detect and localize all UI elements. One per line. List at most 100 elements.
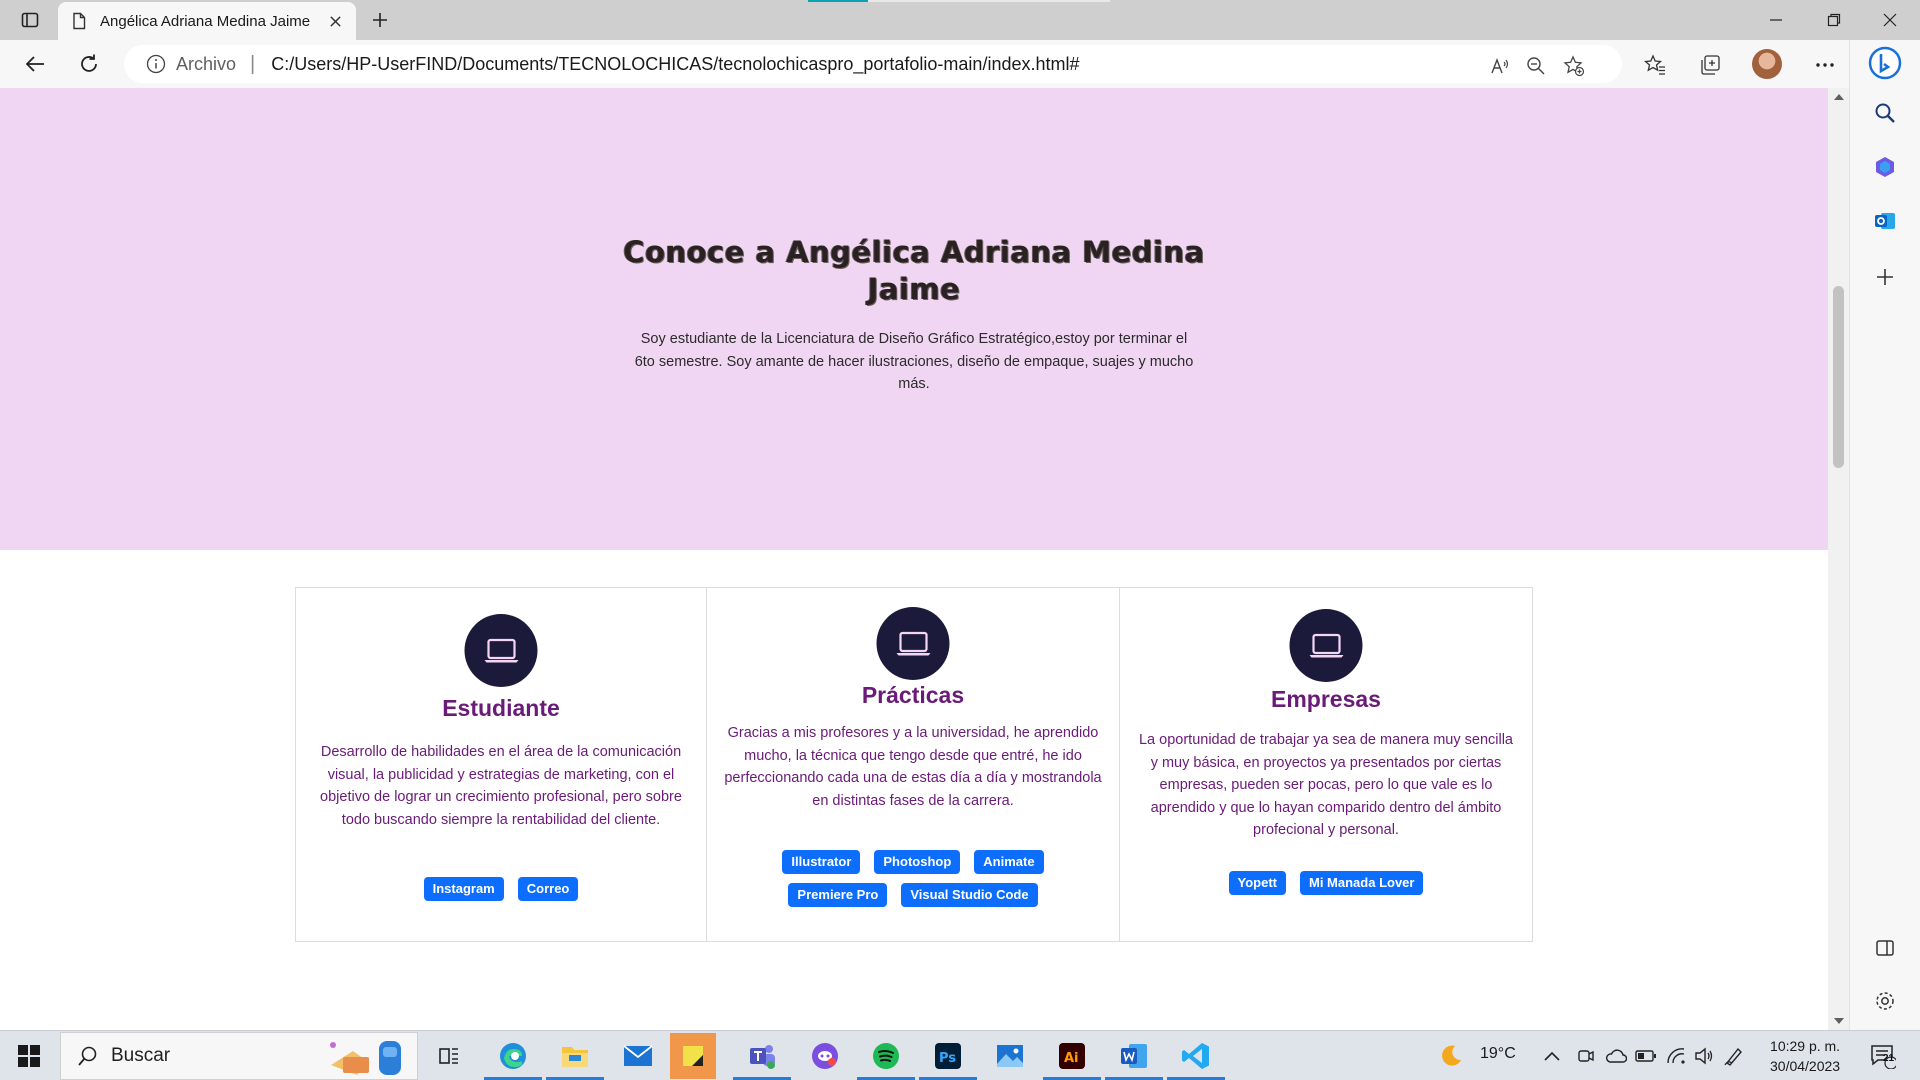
restore-button[interactable]: [1806, 0, 1862, 40]
tab-actions-button[interactable]: [16, 8, 44, 32]
collections-icon[interactable]: [1697, 52, 1723, 78]
discord-icon[interactable]: [808, 1039, 842, 1073]
address-bar[interactable]: Archivo | C:/Users/HP-UserFIND/Documents…: [124, 45, 1622, 83]
search-icon: [78, 1046, 97, 1066]
notifications-icon[interactable]: 21: [1866, 1039, 1900, 1073]
info-icon[interactable]: [146, 54, 166, 74]
chevron-up-icon[interactable]: [1540, 1039, 1564, 1073]
battery-icon[interactable]: [1634, 1039, 1658, 1073]
badge-mi-manada-lover[interactable]: Mi Manada Lover: [1300, 871, 1424, 895]
outlook-icon[interactable]: [1868, 204, 1902, 238]
teams-icon[interactable]: [745, 1039, 779, 1073]
badge-group: Instagram Correo: [296, 877, 706, 901]
address-url[interactable]: C:/Users/HP-UserFIND/Documents/TECNOLOCH…: [271, 54, 1079, 75]
laptop-icon: [896, 631, 930, 655]
sticky-notes-icon[interactable]: [670, 1033, 716, 1079]
card-title: Empresas: [1271, 686, 1381, 712]
badge-illustrator[interactable]: Illustrator: [782, 850, 861, 874]
meet-now-icon[interactable]: [1574, 1039, 1598, 1073]
card-text: Desarrollo de habilidades en el área de …: [320, 744, 682, 828]
edge-icon[interactable]: [496, 1039, 530, 1073]
badge-premiere-pro[interactable]: Premiere Pro: [788, 883, 888, 907]
onedrive-cloud-icon[interactable]: [1604, 1039, 1628, 1073]
hero-title: Conoce a Angélica Adriana Medina Jaime: [623, 235, 1205, 306]
profile-avatar[interactable]: [1752, 49, 1782, 79]
weather-moon-icon[interactable]: [1436, 1039, 1466, 1073]
back-button[interactable]: [18, 48, 52, 80]
card-title: Prácticas: [861, 682, 965, 708]
minimize-icon: [1770, 19, 1782, 21]
minimize-button[interactable]: [1748, 0, 1804, 40]
tab-bar-accent: [808, 0, 868, 2]
hero-description: Soy estudiante de la Licenciatura de Dis…: [634, 331, 1194, 392]
taskbar-search[interactable]: Buscar: [60, 1032, 418, 1080]
tab-bar: Angélica Adriana Medina Jaime |: [0, 0, 1920, 40]
plus-icon: [373, 13, 387, 27]
settings-gear-icon[interactable]: [1868, 984, 1902, 1018]
close-icon: [1883, 13, 1897, 27]
windows-taskbar: Buscar Ps Ai 19°C 10:29 p. m. 30/04/2023…: [0, 1030, 1920, 1080]
search-icon[interactable]: [1868, 96, 1902, 130]
address-protocol: Archivo: [176, 53, 237, 74]
about-hero-section: Conoce a Angélica Adriana Medina Jaime S…: [0, 88, 1828, 550]
weather-temperature[interactable]: 19°C: [1480, 1045, 1516, 1063]
sidebar-toggle-icon[interactable]: [1868, 931, 1902, 965]
favorites-icon[interactable]: [1642, 52, 1668, 78]
card-estudiante: Estudiante Desarrollo de habilidades en …: [295, 587, 707, 942]
card-title: Estudiante: [442, 695, 560, 721]
laptop-icon: [1309, 633, 1343, 657]
badge-animate[interactable]: Animate: [974, 850, 1044, 874]
page-scrollbar[interactable]: [1828, 88, 1849, 1030]
address-separator: |: [250, 52, 256, 75]
windows-start-icon[interactable]: [18, 1045, 40, 1067]
add-favorite-icon[interactable]: [1562, 54, 1586, 78]
page-viewport: Conoce a Angélica Adriana Medina Jaime S…: [0, 88, 1828, 1030]
zoom-out-icon[interactable]: [1524, 54, 1548, 78]
pen-input-icon[interactable]: [1722, 1039, 1746, 1073]
badge-instagram[interactable]: Instagram: [423, 877, 504, 901]
icon-circle: [876, 607, 950, 680]
badge-yopett[interactable]: Yopett: [1228, 871, 1286, 895]
new-tab-button[interactable]: [366, 8, 394, 32]
active-tab[interactable]: Angélica Adriana Medina Jaime |: [58, 2, 356, 40]
svg-text:Ai: Ai: [1064, 1051, 1079, 1066]
refresh-button[interactable]: [72, 48, 106, 80]
photoshop-icon[interactable]: Ps: [931, 1039, 965, 1073]
file-explorer-icon[interactable]: [558, 1039, 592, 1073]
read-aloud-icon[interactable]: [1488, 54, 1512, 78]
vscode-icon[interactable]: [1179, 1039, 1213, 1073]
badge-group: Yopett Mi Manada Lover: [1120, 871, 1532, 895]
office-icon[interactable]: [1868, 150, 1902, 184]
tab-actions-icon: [21, 12, 39, 28]
restore-icon: [1827, 13, 1841, 27]
close-window-button[interactable]: [1862, 0, 1918, 40]
badge-visual-studio-code[interactable]: Visual Studio Code: [901, 883, 1038, 907]
close-tab-icon[interactable]: [326, 12, 344, 30]
more-options-icon[interactable]: [1812, 52, 1838, 78]
svg-text:Ps: Ps: [939, 1051, 956, 1066]
wifi-icon[interactable]: [1664, 1039, 1688, 1073]
search-placeholder: Buscar: [111, 1045, 171, 1066]
clock-time: 10:29 p. m.: [1770, 1038, 1841, 1054]
arrow-left-icon: [25, 56, 44, 72]
illustrator-icon[interactable]: Ai: [1055, 1039, 1089, 1073]
bing-chat-icon[interactable]: [1868, 46, 1902, 80]
scroll-down-arrow[interactable]: [1834, 1018, 1844, 1024]
task-view-icon[interactable]: [432, 1039, 466, 1073]
spotify-icon[interactable]: [869, 1039, 903, 1073]
badge-correo[interactable]: Correo: [517, 877, 579, 901]
badge-photoshop[interactable]: Photoshop: [874, 850, 961, 874]
word-icon[interactable]: [1117, 1039, 1151, 1073]
photos-icon[interactable]: [993, 1039, 1027, 1073]
edge-sidebar: [1849, 40, 1920, 1030]
card-text: Gracias a mis profesores y a la universi…: [724, 725, 1102, 809]
add-sidebar-app-icon[interactable]: [1868, 260, 1902, 294]
volume-icon[interactable]: [1692, 1039, 1716, 1073]
scrollbar-thumb[interactable]: [1833, 286, 1844, 468]
browser-toolbar: Archivo | C:/Users/HP-UserFIND/Documents…: [0, 40, 1920, 88]
document-icon: [73, 12, 86, 30]
mail-icon[interactable]: [621, 1039, 655, 1073]
system-clock[interactable]: 10:29 p. m. 30/04/2023: [1770, 1036, 1840, 1076]
tab-bar-accent-light: [868, 0, 1110, 2]
scroll-up-arrow[interactable]: [1834, 94, 1844, 100]
